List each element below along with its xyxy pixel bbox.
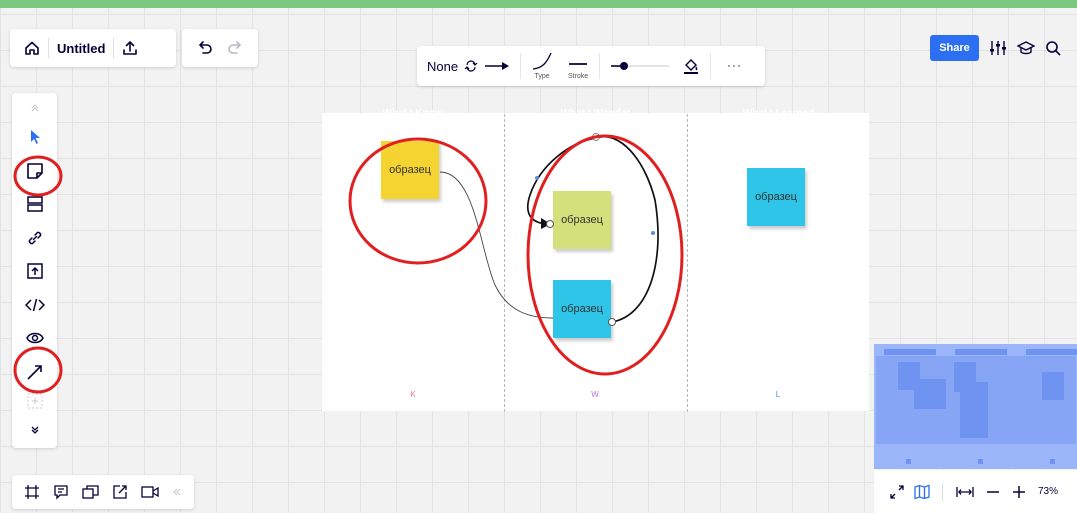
minimap[interactable] <box>874 344 1077 469</box>
zoom-in-icon[interactable] <box>1012 485 1026 499</box>
red-annotation-circles <box>13 134 684 394</box>
map-icon[interactable] <box>914 484 930 500</box>
zoom-out-icon[interactable] <box>986 485 1000 499</box>
minimap-content <box>876 349 1077 464</box>
fullscreen-icon[interactable] <box>890 484 904 499</box>
connector-selected[interactable] <box>526 133 659 326</box>
connector-thin[interactable] <box>439 171 554 319</box>
zoom-level[interactable]: 73% <box>1038 486 1058 497</box>
zoom-bar: 73% <box>874 470 1077 513</box>
divider <box>942 482 943 501</box>
fit-width-icon[interactable] <box>956 486 974 498</box>
